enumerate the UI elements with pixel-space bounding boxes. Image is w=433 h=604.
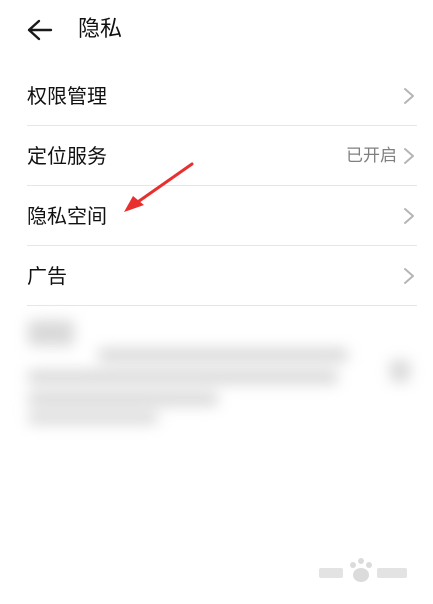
location-status: 已开启 [346,146,397,166]
settings-item-private-space[interactable]: 隐私空间 [0,186,433,246]
blurred-content [18,314,418,434]
baidu-paw-logo-icon [319,558,407,582]
settings-item-label: 定位服务 [27,144,107,168]
chevron-right-icon [404,208,414,224]
arrow-left-icon [27,19,53,41]
settings-item-label: 隐私空间 [27,204,107,228]
settings-item-permissions[interactable]: 权限管理 [0,66,433,126]
header: 隐私 [0,0,433,60]
settings-item-ads[interactable]: 广告 [0,246,433,306]
settings-item-label: 广告 [27,264,67,288]
settings-list: 权限管理 定位服务 已开启 隐私空间 广告 [0,66,433,306]
settings-item-location[interactable]: 定位服务 已开启 [0,126,433,186]
chevron-right-icon [404,148,414,164]
settings-item-label: 权限管理 [27,84,107,108]
back-button[interactable] [24,14,56,46]
page-title: 隐私 [78,17,123,42]
chevron-right-icon [404,88,414,104]
chevron-right-icon [404,268,414,284]
divider [27,305,417,306]
privacy-settings-page: 隐私 权限管理 定位服务 已开启 隐私空间 广告 [0,0,433,604]
